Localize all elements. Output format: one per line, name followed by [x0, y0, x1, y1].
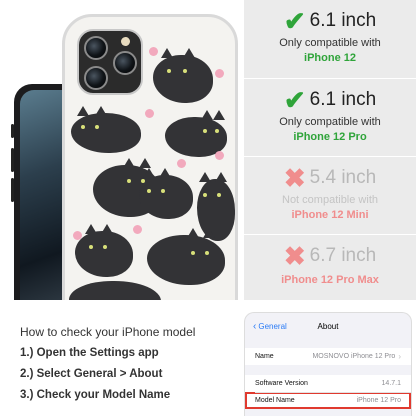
cat-illustration: [153, 48, 213, 103]
screen-size: 6.1 inch: [309, 89, 377, 110]
instruction-step: 1.) Open the Settings app: [20, 347, 159, 359]
cross-icon: ✖: [283, 163, 306, 193]
chevron-right-icon: ›: [398, 352, 401, 361]
instructions-title: How to check your iPhone model: [20, 325, 196, 339]
cat-illustration: [139, 168, 193, 219]
compatibility-panel: ✔ 6.1 inch Only compatible with iPhone 1…: [244, 0, 416, 300]
cross-icon: ✖: [283, 241, 306, 271]
model-check-instructions: How to check your iPhone model 1.) Open …: [0, 300, 240, 416]
row-value: iPhone 12 Pro: [356, 397, 401, 404]
compat-card-iphone-12-pro: ✔ 6.1 inch Only compatible with iPhone 1…: [244, 78, 416, 156]
check-icon: ✔: [283, 6, 306, 36]
phone-case-back: [62, 14, 238, 300]
compat-model: iPhone 12 Mini: [291, 209, 369, 221]
screen-size: 6.1 inch: [309, 10, 377, 31]
compat-card-iphone-12: ✔ 6.1 inch Only compatible with iPhone 1…: [244, 0, 416, 78]
row-label: Name: [255, 353, 274, 360]
camera-module: [77, 29, 143, 95]
back-button[interactable]: ‹ General: [253, 321, 287, 332]
instruction-step: 2.) Select General > About: [20, 368, 163, 380]
compat-card-iphone-12-pro-max: ✖ 6.7 inch iPhone 12 Pro Max: [244, 234, 416, 300]
settings-row-model-name: Model Name iPhone 12 Pro: [245, 392, 411, 409]
settings-about-screenshot: ‹ General About Name MOSNOVO iPhone 12 P…: [244, 312, 412, 416]
cat-illustration: [75, 224, 133, 277]
settings-row-software-version: Software Version 14.7.1: [245, 375, 411, 392]
screen-size: 6.7 inch: [309, 245, 377, 266]
compat-model: iPhone 12 Pro Max: [281, 274, 379, 286]
check-icon: ✔: [283, 85, 306, 115]
chevron-left-icon: ‹: [253, 320, 257, 332]
settings-row-name[interactable]: Name MOSNOVO iPhone 12 Pro ›: [245, 348, 411, 365]
cat-illustration: [71, 106, 141, 153]
row-label: Model Name: [255, 397, 295, 404]
compat-note: Only compatible with: [279, 37, 381, 49]
compat-note: Not compatible with: [282, 194, 378, 206]
settings-group: Software Version 14.7.1 Model Name iPhon…: [245, 375, 411, 409]
instruction-step: 3.) Check your Model Name: [20, 389, 171, 401]
compat-model: iPhone 12 Pro: [293, 131, 367, 143]
compat-card-iphone-12-mini: ✖ 5.4 inch Not compatible with iPhone 12…: [244, 156, 416, 234]
settings-nav-bar: ‹ General About: [245, 313, 411, 339]
row-value: 14.7.1: [381, 380, 401, 387]
cat-illustration: [69, 281, 161, 300]
compat-model: iPhone 12: [304, 52, 356, 64]
product-image: [0, 0, 248, 300]
back-label: General: [258, 321, 287, 331]
settings-group: Name MOSNOVO iPhone 12 Pro ›: [245, 348, 411, 365]
screen-size: 5.4 inch: [309, 167, 377, 188]
row-label: Software Version: [255, 380, 308, 387]
compat-note: Only compatible with: [279, 116, 381, 128]
cat-illustration: [147, 228, 225, 285]
row-value: MOSNOVO iPhone 12 Pro: [312, 353, 396, 360]
